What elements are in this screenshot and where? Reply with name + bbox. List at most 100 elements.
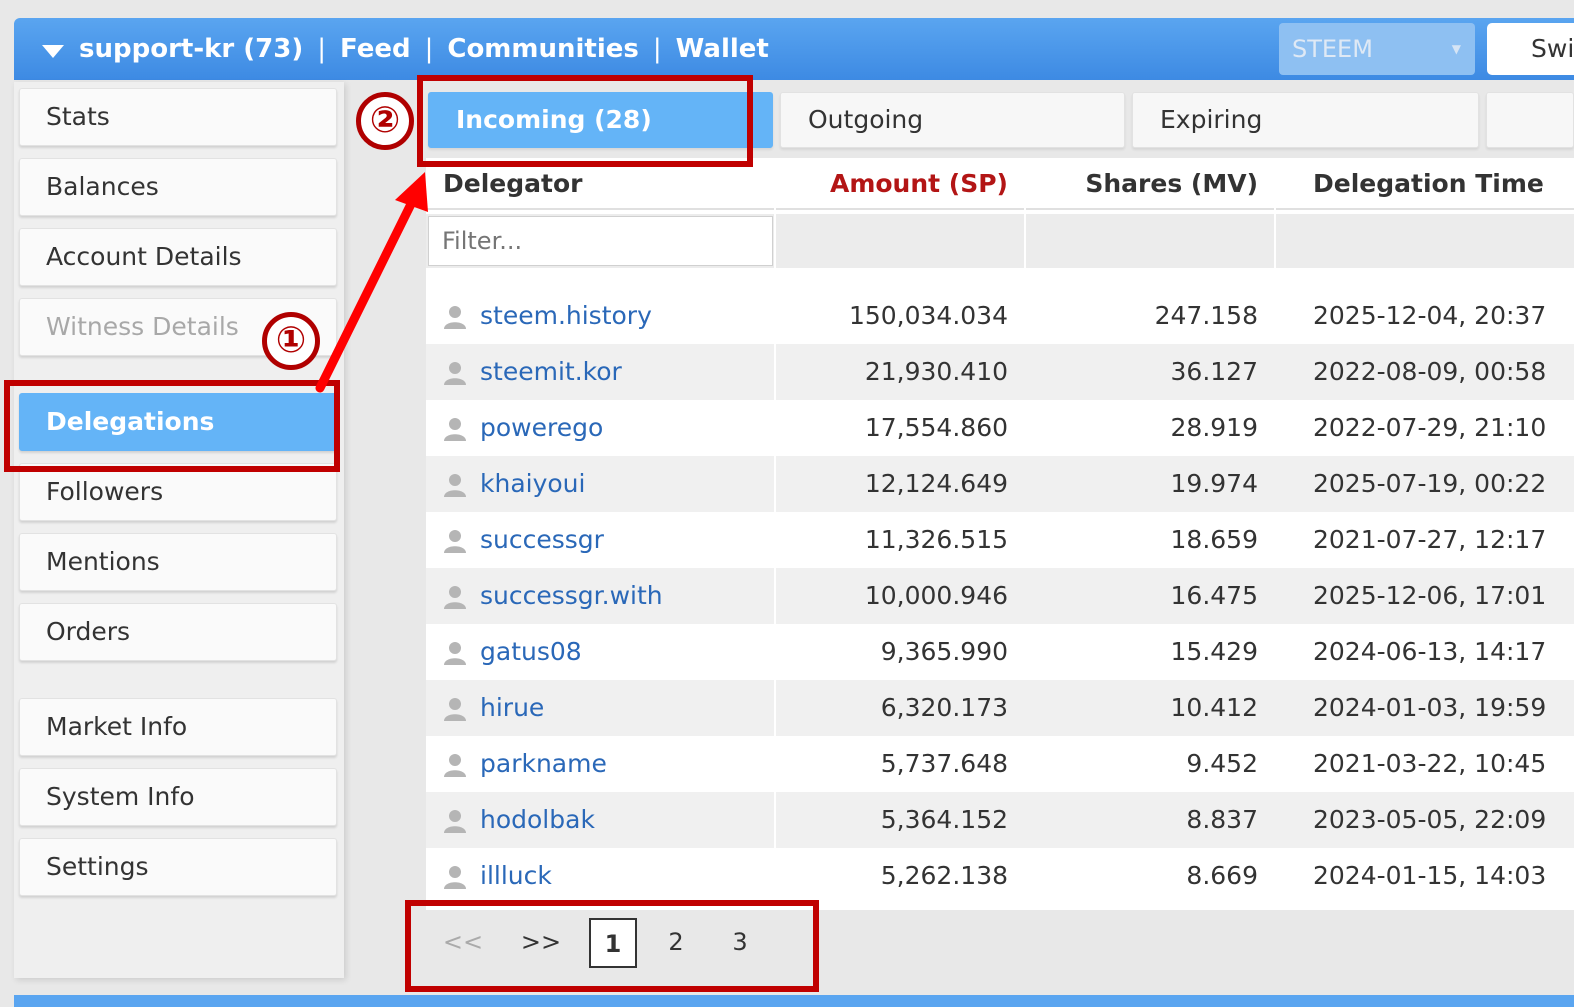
user-icon [444,362,466,385]
table-row: powerego 17,554.860 28.919 2022-07-29, 21:1… [426,400,1574,456]
annotation-step-2: ② [356,92,414,150]
shares-cell: 28.919 [1170,413,1258,442]
delegator-link[interactable]: hodolbak [480,792,595,848]
column-header-amount[interactable]: Amount (SP) [776,158,1024,210]
time-cell: 2024-01-03, 19:59 [1313,693,1547,722]
sidebar-item-settings[interactable]: Settings [19,838,337,896]
table-row: hodolbak 5,364.152 8.837 2023-05-05, 22:09 [426,792,1574,848]
shares-cell: 247.158 [1154,301,1258,330]
delegator-link[interactable]: parkname [480,736,607,792]
time-cell: 2025-12-04, 20:37 [1313,301,1547,330]
time-cell: 2022-07-29, 21:10 [1313,413,1547,442]
delegator-filter-input[interactable] [428,216,773,266]
bottom-bar [14,995,1574,1007]
tab-expiring[interactable]: Expiring [1132,92,1479,148]
table-row: successgr.with 10,000.946 16.475 2025-12-06… [426,568,1574,624]
account-menu[interactable]: support-kr (73) [79,34,303,64]
annotation-step-1: ① [262,312,320,370]
delegator-link[interactable]: hirue [480,680,544,736]
annotation-box-delegations [4,380,340,472]
tab-more[interactable] [1486,92,1574,148]
table-row: successgr 11,326.515 18.659 2021-07-27, 12:… [426,512,1574,568]
user-icon [444,418,466,441]
column-divider [774,680,776,736]
delegations-table: Delegator Amount (SP) Shares (MV) Delega… [426,158,1574,910]
time-cell: 2025-07-19, 00:22 [1313,469,1547,498]
sidebar-item-stats[interactable]: Stats [19,88,337,146]
user-icon [444,698,466,721]
top-nav: support-kr (73) | Feed | Communities | Wallet [79,32,769,66]
sidebar-item-market-info[interactable]: Market Info [19,698,337,756]
delegator-link[interactable]: steemit.kor [480,344,622,400]
sidebar-item-balances[interactable]: Balances [19,158,337,216]
time-cell: 2023-05-05, 22:09 [1313,805,1547,834]
table-row: steem.history 150,034.034 247.158 2025-12-0… [426,288,1574,344]
shares-cell: 15.429 [1170,637,1258,666]
nav-separator: | [424,34,434,64]
shares-cell: 8.669 [1186,861,1258,890]
sidebar-item-system-info[interactable]: System Info [19,768,337,826]
amount-cell: 9,365.990 [880,637,1008,666]
shares-cell: 9.452 [1186,749,1258,778]
nav-wallet[interactable]: Wallet [676,34,769,64]
column-divider [774,792,776,848]
user-icon [444,586,466,609]
nav-feed[interactable]: Feed [340,34,411,64]
amount-cell: 12,124.649 [864,469,1008,498]
annotation-box-incoming [417,75,753,167]
arrow-head-icon [395,172,428,212]
column-divider [774,344,776,400]
account-dropdown-icon[interactable] [42,45,64,58]
shares-cell: 19.974 [1170,469,1258,498]
delegator-link[interactable]: gatus08 [480,624,582,680]
user-icon [444,474,466,497]
column-divider [774,848,776,904]
amount-cell: 10,000.946 [864,581,1008,610]
delegator-link[interactable]: illluck [480,848,552,904]
amount-cell: 6,320.173 [880,693,1008,722]
filter-cell-shares [1026,214,1274,268]
shares-cell: 10.412 [1170,693,1258,722]
delegator-link[interactable]: powerego [480,400,603,456]
annotation-box-pagination [405,900,819,992]
chain-select[interactable]: STEEM ▼ [1279,23,1475,75]
time-cell: 2024-01-15, 14:03 [1313,861,1547,890]
time-cell: 2021-07-27, 12:17 [1313,525,1547,554]
user-icon [444,810,466,833]
user-icon [444,754,466,777]
sidebar-item-orders[interactable]: Orders [19,603,337,661]
delegator-link[interactable]: successgr.with [480,568,663,624]
column-divider [774,568,776,624]
delegator-link[interactable]: steem.history [480,288,652,344]
user-icon [444,306,466,329]
column-header-delegation-time[interactable]: Delegation Time [1276,158,1574,210]
nav-separator: | [317,34,326,64]
tab-outgoing[interactable]: Outgoing [780,92,1125,148]
amount-cell: 11,326.515 [864,525,1008,554]
sidebar-item-account-details[interactable]: Account Details [19,228,337,286]
nav-communities[interactable]: Communities [447,34,639,64]
user-icon [444,530,466,553]
time-cell: 2025-12-06, 17:01 [1313,581,1547,610]
chevron-down-icon: ▼ [1451,42,1461,56]
column-header-shares[interactable]: Shares (MV) [1026,158,1274,210]
table-row: khaiyoui 12,124.649 19.974 2025-07-19, 00:2… [426,456,1574,512]
user-icon [444,642,466,665]
user-icon [444,866,466,889]
delegator-link[interactable]: successgr [480,512,604,568]
amount-cell: 150,034.034 [848,301,1008,330]
table-row: steemit.kor 21,930.410 36.127 2022-08-09, 0… [426,344,1574,400]
top-navigation-bar: support-kr (73) | Feed | Communities | Wallet … [14,18,1574,80]
amount-cell: 5,364.152 [880,805,1008,834]
column-divider [774,736,776,792]
chain-select-value: STEEM [1292,35,1373,63]
time-cell: 2022-08-09, 00:58 [1313,357,1547,386]
amount-cell: 21,930.410 [864,357,1008,386]
column-divider [774,288,776,344]
sidebar-item-mentions[interactable]: Mentions [19,533,337,591]
filter-cell-amount [776,214,1024,268]
switch-button[interactable]: Swi [1487,23,1574,75]
delegator-link[interactable]: khaiyoui [480,456,585,512]
amount-cell: 17,554.860 [864,413,1008,442]
sidebar: Stats Balances Account Details Witness D… [14,82,344,978]
